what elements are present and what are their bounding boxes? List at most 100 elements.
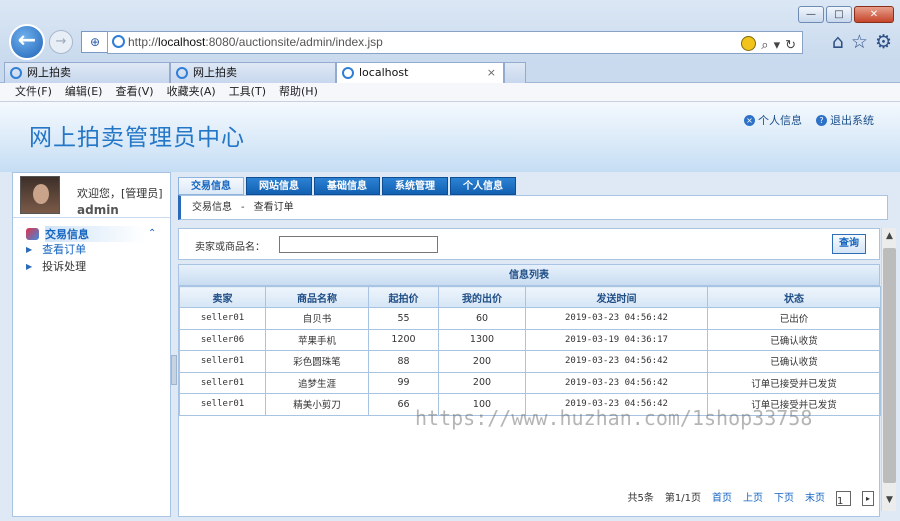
username: admin <box>77 203 119 217</box>
table-cell: 苹果手机 <box>265 328 369 351</box>
tab-system-management[interactable]: 系统管理 <box>382 177 448 195</box>
browser-tabbar: 网上拍卖 网上拍卖 localhost × <box>0 62 900 84</box>
menu-help[interactable]: 帮助(H) <box>279 83 318 101</box>
column-header: 发送时间 <box>525 286 708 308</box>
prev-page-link[interactable]: 上页 <box>743 489 763 509</box>
table-cell: 60 <box>438 307 526 330</box>
history-dropdown-button[interactable]: ⊕ <box>81 31 109 53</box>
minimize-button[interactable]: — <box>798 6 824 23</box>
tab-trade-info[interactable]: 交易信息 <box>178 177 244 195</box>
logout-link[interactable]: ? 退出系统 <box>816 112 874 128</box>
table-cell: 精美小剪刀 <box>265 393 369 416</box>
browser-tab-active[interactable]: localhost × <box>336 62 504 84</box>
table-cell: 2019-03-23 04:56:42 <box>525 371 708 394</box>
new-tab-button[interactable] <box>504 62 526 83</box>
maximize-button[interactable]: □ <box>826 6 852 23</box>
sidebar-item-label: 投诉处理 <box>42 260 87 273</box>
address-tools: ⌕ ▾ ↻ <box>741 34 796 55</box>
compatibility-view-icon[interactable] <box>741 36 757 51</box>
table-cell: seller01 <box>179 393 266 416</box>
sidebar-group-trade[interactable]: 交易信息 ⌃ <box>13 225 170 242</box>
avatar <box>20 176 60 214</box>
first-page-link[interactable]: 首页 <box>712 489 732 509</box>
back-button[interactable]: ← <box>9 24 45 60</box>
table-cell: seller06 <box>179 328 266 351</box>
menu-view[interactable]: 查看(V) <box>115 83 153 101</box>
page-scrollbar[interactable]: ▲ ▼ <box>881 228 896 511</box>
browser-toolbar-icons: ⌂ ☆ ⚙ <box>832 31 892 53</box>
profile-link[interactable]: × 个人信息 <box>744 112 802 128</box>
menu-file[interactable]: 文件(F) <box>15 83 52 101</box>
collapse-icon[interactable]: ⌃ <box>148 228 156 239</box>
table-cell: 2019-03-23 04:56:42 <box>525 350 708 373</box>
sidebar-item-view-orders[interactable]: ▶ 查看订单 <box>13 241 170 258</box>
page-indicator: 第1/1页 <box>664 493 701 504</box>
breadcrumb: 交易信息 - 查看订单 <box>178 195 888 220</box>
tab-personal-info[interactable]: 个人信息 <box>450 177 516 195</box>
table-row[interactable]: seller01 追梦生涯 99 200 2019-03-23 04:56:42… <box>179 371 881 394</box>
tab-label: localhost <box>359 66 409 79</box>
url-path: :8080/auctionsite/admin/index.jsp <box>205 35 383 49</box>
scrollbar-thumb[interactable] <box>883 248 896 483</box>
scroll-down-icon[interactable]: ▼ <box>884 495 895 505</box>
menu-tools[interactable]: 工具(T) <box>229 83 266 101</box>
menu-favorites[interactable]: 收藏夹(A) <box>167 83 216 101</box>
table-row[interactable]: seller01 彩色圆珠笔 88 200 2019-03-23 04:56:4… <box>179 350 881 373</box>
browser-menubar: 文件(F) 编辑(E) 查看(V) 收藏夹(A) 工具(T) 帮助(H) <box>0 83 900 102</box>
back-arrow-icon: ← <box>17 28 37 53</box>
search-dropdown-icon[interactable]: ▾ <box>774 34 781 55</box>
last-page-link[interactable]: 末页 <box>805 489 825 509</box>
sidebar-item-label: 查看订单 <box>42 243 87 256</box>
ie-logo-icon <box>112 35 125 48</box>
tab-basic-info[interactable]: 基础信息 <box>314 177 380 195</box>
scroll-up-icon[interactable]: ▲ <box>884 231 895 241</box>
table-cell: 追梦生涯 <box>265 371 369 394</box>
browser-tab-2[interactable]: 网上拍卖 <box>170 62 336 83</box>
search-button[interactable]: 查询 <box>832 234 866 254</box>
search-icon[interactable]: ⌕ <box>761 34 768 55</box>
profile-icon: × <box>744 114 755 126</box>
table-cell: 2019-03-23 04:56:42 <box>525 307 708 330</box>
search-input[interactable] <box>279 236 438 253</box>
forward-button[interactable]: → <box>49 30 73 54</box>
table-cell: 1200 <box>368 328 439 351</box>
logout-link-label: 退出系统 <box>830 114 874 127</box>
table-cell: 200 <box>438 350 526 373</box>
close-window-button[interactable]: ✕ <box>854 6 894 23</box>
user-box: 欢迎您，[管理员] admin <box>13 173 170 218</box>
trade-group-icon <box>26 227 39 240</box>
forward-arrow-icon: → <box>55 34 67 49</box>
ie-favicon-icon <box>10 67 22 79</box>
breadcrumb-part: 交易信息 <box>192 202 232 213</box>
search-panel: 卖家或商品名： 查询 <box>178 228 880 260</box>
table-caption: 信息列表 <box>179 265 879 286</box>
favorites-star-icon[interactable]: ☆ <box>851 31 868 53</box>
profile-link-label: 个人信息 <box>758 114 802 127</box>
refresh-icon[interactable]: ↻ <box>785 34 796 55</box>
table-cell: 200 <box>438 371 526 394</box>
next-page-link[interactable]: 下页 <box>774 489 794 509</box>
main-tabs: 交易信息 网站信息 基础信息 系统管理 个人信息 <box>178 177 516 195</box>
address-bar[interactable]: http://localhost:8080/auctionsite/admin/… <box>107 31 803 54</box>
close-tab-icon[interactable]: × <box>487 63 496 82</box>
table-cell: 99 <box>368 371 439 394</box>
orders-table: 卖家 商品名称 起拍价 我的出价 发送时间 状态 seller01 自贝书 55… <box>179 286 881 416</box>
table-cell: 88 <box>368 350 439 373</box>
gear-icon[interactable]: ⚙ <box>875 31 892 53</box>
sidebar-item-complaints[interactable]: ▶ 投诉处理 <box>13 258 170 275</box>
home-icon[interactable]: ⌂ <box>832 31 844 53</box>
page-number-input[interactable]: 1 <box>836 491 851 507</box>
tab-site-info[interactable]: 网站信息 <box>246 177 312 195</box>
page-title: 网上拍卖管理员中心 <box>29 125 245 151</box>
table-cell: 已出价 <box>707 307 881 330</box>
table-row[interactable]: seller01 自贝书 55 60 2019-03-23 04:56:42 已… <box>179 307 881 330</box>
sidebar: 欢迎您，[管理员] admin 交易信息 ⌃ ▶ 查看订单 ▶ 投诉处理 <box>12 172 171 517</box>
menu-edit[interactable]: 编辑(E) <box>65 83 103 101</box>
table-cell: 已确认收货 <box>707 350 881 373</box>
table-row[interactable]: seller06 苹果手机 1200 1300 2019-03-19 04:36… <box>179 328 881 351</box>
header-links: × 个人信息 ? 退出系统 <box>744 112 874 128</box>
sidebar-splitter[interactable] <box>171 355 177 385</box>
browser-tab-1[interactable]: 网上拍卖 <box>4 62 170 83</box>
go-page-button[interactable]: ▸ <box>862 491 874 506</box>
welcome-text: 欢迎您，[管理员] <box>77 187 163 200</box>
